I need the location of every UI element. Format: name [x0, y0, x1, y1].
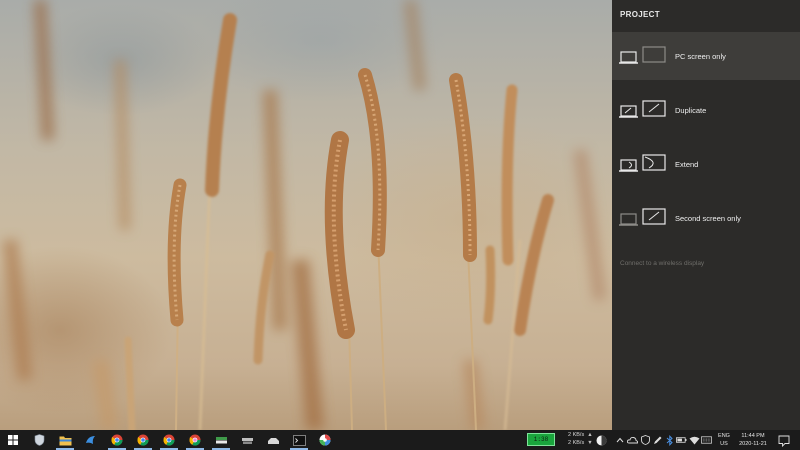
taskbar-app-bird[interactable] — [78, 430, 104, 450]
defender-shield-icon[interactable] — [640, 434, 651, 446]
folder-icon — [59, 435, 72, 446]
color-wheel-icon — [319, 434, 331, 446]
system-clock[interactable]: 11:44 PM 2020-11-21 — [736, 432, 770, 448]
taskbar-app-tray[interactable] — [260, 430, 286, 450]
input-language-indicator[interactable]: ENG US — [716, 432, 732, 448]
net-download-speed: 2 KB/s — [568, 440, 584, 446]
download-arrow-icon: ▼ — [587, 440, 592, 446]
taskbar-file-explorer[interactable] — [52, 430, 78, 450]
night-mode-icon[interactable] — [596, 434, 607, 446]
battery-meter-widget[interactable]: 1:38 — [527, 433, 555, 446]
wifi-icon[interactable] — [689, 434, 700, 446]
notification-icon — [778, 435, 790, 447]
pen-workspace-icon[interactable] — [652, 434, 663, 446]
bird-app-icon — [85, 434, 97, 446]
app-stack-icon — [241, 435, 254, 446]
connect-wireless-display-link[interactable]: Connect to a wireless display — [620, 260, 704, 267]
terminal-icon — [293, 435, 306, 446]
taskbar-chrome-3[interactable] — [156, 430, 182, 450]
shield-icon — [34, 434, 45, 446]
keyboard-icon[interactable] — [701, 434, 712, 446]
duplicate-icon — [619, 99, 669, 121]
taskbar-app-stack-1[interactable] — [208, 430, 234, 450]
chrome-icon — [163, 434, 175, 446]
taskbar-app-stack-2[interactable] — [234, 430, 260, 450]
clock-date: 2020-11-21 — [736, 440, 770, 448]
pc-screen-only-icon — [619, 45, 669, 67]
action-center-button[interactable] — [778, 434, 790, 446]
project-option-second-screen-only[interactable]: Second screen only — [612, 194, 800, 242]
project-option-label: Duplicate — [675, 106, 706, 115]
extend-icon — [619, 153, 669, 175]
chrome-icon — [111, 434, 123, 446]
project-option-label: Extend — [675, 160, 698, 169]
second-screen-only-icon — [619, 207, 669, 229]
taskbar-app-wheel[interactable] — [312, 430, 338, 450]
taskbar-chrome-1[interactable] — [104, 430, 130, 450]
project-option-label: Second screen only — [675, 214, 741, 223]
start-button[interactable] — [0, 430, 26, 450]
network-speed-meter: 2 KB/s▲ 2 KB/s▼ — [568, 432, 593, 447]
taskbar: 1:38 2 KB/s▲ 2 KB/s▼ ENG US 11:44 PM 202… — [0, 430, 800, 450]
windows-logo-icon — [8, 435, 18, 445]
project-panel: PROJECT PC screen only Duplicate Extend — [612, 0, 800, 430]
taskbar-chrome-2[interactable] — [130, 430, 156, 450]
language-code: ENG — [716, 432, 732, 440]
taskbar-security[interactable] — [26, 430, 52, 450]
chrome-icon — [137, 434, 149, 446]
battery-icon[interactable] — [676, 434, 687, 446]
taskbar-chrome-4[interactable] — [182, 430, 208, 450]
chrome-icon — [189, 434, 201, 446]
app-stack-icon — [215, 435, 228, 446]
net-upload-speed: 2 KB/s — [568, 432, 584, 438]
project-option-label: PC screen only — [675, 52, 726, 61]
project-option-duplicate[interactable]: Duplicate — [612, 86, 800, 134]
onedrive-icon[interactable] — [627, 434, 638, 446]
taskbar-terminal[interactable] — [286, 430, 312, 450]
app-tray-icon — [267, 435, 280, 446]
project-option-extend[interactable]: Extend — [612, 140, 800, 188]
project-option-pc-screen-only[interactable]: PC screen only — [612, 32, 800, 80]
language-region: US — [716, 440, 732, 448]
wallpaper-grass-illustration — [0, 0, 612, 430]
clock-time: 11:44 PM — [736, 432, 770, 440]
upload-arrow-icon: ▲ — [587, 432, 592, 438]
bluetooth-icon[interactable] — [664, 434, 675, 446]
project-panel-title: PROJECT — [620, 10, 660, 19]
show-hidden-icons-chevron-icon[interactable] — [614, 434, 625, 446]
